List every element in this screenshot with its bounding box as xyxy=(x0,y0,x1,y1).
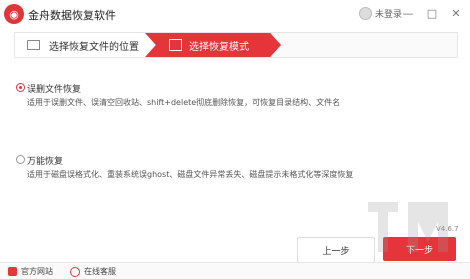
radio-button[interactable] xyxy=(16,155,25,164)
online-service-link[interactable]: 在线客服 xyxy=(70,266,116,277)
image-icon xyxy=(169,39,182,51)
official-website-link[interactable]: 官方网站 xyxy=(8,266,53,277)
maximize-button[interactable]: □ xyxy=(422,4,442,22)
option-label: 万能恢复 xyxy=(27,157,64,167)
chat-icon xyxy=(70,266,80,277)
step-label: 选择恢复文件的位置 xyxy=(49,42,139,53)
app-logo-icon: ◉ xyxy=(4,4,24,24)
footer-bar: 官方网站 在线客服 xyxy=(0,262,470,279)
footer-label: 官方网站 xyxy=(21,267,53,276)
title-bar: ◉ 金舟数据恢复软件 未登录 — □ ✕ xyxy=(0,0,470,28)
option-label: 误删文件恢复 xyxy=(27,85,82,95)
login-status[interactable]: 未登录 xyxy=(359,7,402,20)
option-description: 适用于误删文件、误清空回收站、shift+delete彻底删除恢复，可恢复目录结… xyxy=(27,98,341,107)
home-icon xyxy=(8,267,17,276)
footer-label: 在线客服 xyxy=(84,267,116,276)
prev-button[interactable]: 上一步 xyxy=(297,237,375,263)
close-button[interactable]: ✕ xyxy=(446,4,466,22)
next-button[interactable]: 下一步 xyxy=(383,237,456,261)
step-select-mode: 选择恢复模式 xyxy=(145,33,281,57)
version-label: V4.6.7 xyxy=(436,225,459,233)
avatar xyxy=(359,7,372,20)
radio-button[interactable] xyxy=(16,83,25,92)
step-indicator: 选择恢复文件的位置 选择恢复模式 xyxy=(14,32,458,58)
option-description: 适用于磁盘误格式化、重装系统误ghost、磁盘文件异常丢失、磁盘提示未格式化等深… xyxy=(27,170,354,179)
folder-icon xyxy=(27,40,40,50)
minimize-button[interactable]: — xyxy=(398,4,418,22)
step-select-location: 选择恢复文件的位置 xyxy=(15,33,153,57)
step-label: 选择恢复模式 xyxy=(189,42,249,53)
app-title: 金舟数据恢复软件 xyxy=(28,9,116,22)
